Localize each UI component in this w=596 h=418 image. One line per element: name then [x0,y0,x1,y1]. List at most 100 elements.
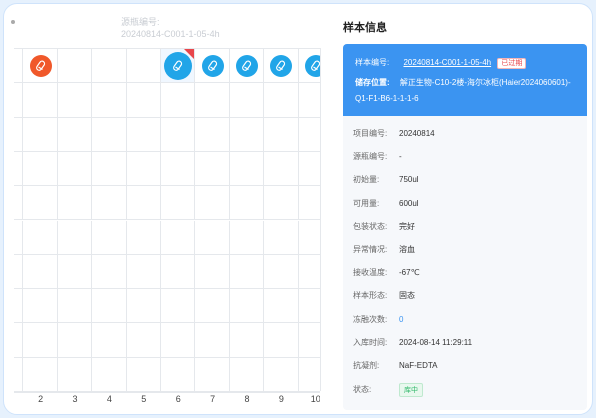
box-cell[interactable] [126,186,161,221]
box-cell[interactable] [126,357,161,392]
box-cell[interactable] [57,186,93,221]
box-cell[interactable] [14,220,24,255]
box-cell[interactable] [264,117,299,152]
sample-id-link[interactable]: 20240814-C001-1-05-4h [403,58,491,67]
box-cell[interactable] [298,49,320,84]
box-cell[interactable] [161,289,196,324]
box-cell[interactable] [298,83,320,118]
box-cell[interactable] [298,151,320,187]
box-cell[interactable] [161,357,196,392]
box-cell[interactable] [92,323,127,358]
box-cell[interactable] [264,323,299,358]
box-cell[interactable] [161,117,196,152]
box-cell[interactable] [126,323,161,358]
box-cell[interactable] [92,151,127,187]
box-cell[interactable] [23,83,58,118]
box-cell[interactable] [161,220,196,255]
box-cell[interactable] [14,254,24,290]
box-cell[interactable] [126,220,161,255]
box-cell[interactable] [92,49,127,84]
box-cell[interactable] [23,49,58,84]
box-cell[interactable] [161,186,196,221]
box-cell[interactable] [57,151,93,187]
box-cell[interactable] [126,151,161,187]
box-cell[interactable] [229,289,265,324]
box-cell[interactable] [161,83,196,118]
box-cell[interactable] [229,323,265,358]
box-cell[interactable] [23,254,58,290]
box-cell[interactable] [298,186,320,221]
box-cell[interactable] [57,289,93,324]
box-cell[interactable] [92,117,127,152]
box-cell[interactable] [126,49,161,84]
box-cell[interactable] [23,357,58,392]
box-cell[interactable] [195,254,230,290]
box-cell[interactable] [264,220,299,255]
box-cell[interactable] [57,357,93,392]
box-cell[interactable] [14,117,24,152]
test-tube-icon[interactable] [270,55,293,78]
box-cell[interactable] [161,151,196,187]
box-cell[interactable] [92,254,127,290]
box-cell[interactable] [23,186,58,221]
box-cell[interactable] [161,323,196,358]
test-tube-icon[interactable] [29,55,52,78]
box-cell[interactable] [57,254,93,290]
box-cell[interactable] [264,151,299,187]
box-cell[interactable] [126,83,161,118]
box-cell[interactable] [298,289,320,324]
box-cell[interactable] [195,49,230,84]
box-cell[interactable] [23,151,58,187]
box-cell[interactable] [57,117,93,152]
test-tube-icon[interactable] [201,55,224,78]
box-cell[interactable] [126,117,161,152]
box-cell[interactable] [298,117,320,152]
box-cell[interactable] [14,186,24,221]
box-cell[interactable] [195,117,230,152]
box-cell[interactable] [14,83,24,118]
box-cell[interactable] [195,83,230,118]
box-cell[interactable] [229,49,265,84]
box-cell[interactable] [229,151,265,187]
box-cell[interactable] [23,220,58,255]
box-cell[interactable] [298,254,320,290]
box-cell[interactable] [229,357,265,392]
box-cell[interactable] [14,357,24,392]
box-cell[interactable] [195,357,230,392]
box-cell[interactable] [14,323,24,358]
box-cell[interactable] [14,151,24,187]
box-cell[interactable] [264,254,299,290]
box-cell[interactable] [264,289,299,324]
box-cell[interactable] [161,254,196,290]
box-cell[interactable] [195,151,230,187]
box-cell[interactable] [92,186,127,221]
box-cell[interactable] [14,289,24,324]
box-cell[interactable] [195,186,230,221]
box-cell[interactable] [298,323,320,358]
box-cell[interactable] [126,254,161,290]
box-cell[interactable] [195,323,230,358]
box-cell[interactable] [23,323,58,358]
box-cell[interactable] [298,220,320,255]
box-cell[interactable] [229,254,265,290]
box-cell[interactable] [23,117,58,152]
box-cell[interactable] [57,220,93,255]
test-tube-icon[interactable] [304,55,320,78]
box-cell[interactable] [14,49,24,84]
box-cell[interactable] [57,49,93,84]
box-cell[interactable] [92,83,127,118]
box-cell[interactable] [264,186,299,221]
box-cell[interactable] [264,357,299,392]
box-cell[interactable] [298,357,320,392]
box-cell[interactable] [161,49,196,84]
test-tube-icon[interactable] [235,55,258,78]
box-cell[interactable] [57,83,93,118]
box-cell[interactable] [92,289,127,324]
box-cell[interactable] [126,289,161,324]
box-cell[interactable] [229,220,265,255]
box-cell[interactable] [264,83,299,118]
box-cell[interactable] [229,186,265,221]
box-cell[interactable] [195,220,230,255]
box-cell[interactable] [92,220,127,255]
box-cell[interactable] [229,83,265,118]
